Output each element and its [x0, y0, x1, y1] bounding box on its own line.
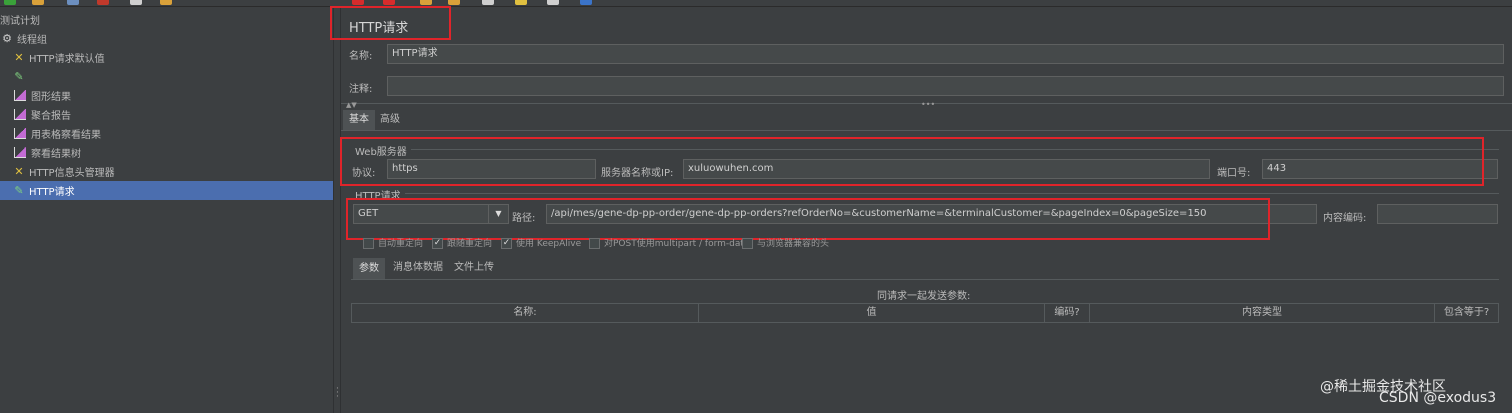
option-multipart[interactable]: 对POST使用multipart / form-data: [589, 236, 749, 249]
tab-advanced[interactable]: 高级: [380, 110, 400, 130]
name-field[interactable]: HTTP请求: [387, 44, 1504, 64]
checkbox[interactable]: [589, 238, 600, 249]
http-request-rule: [405, 193, 1499, 194]
splitter-grip: · · ·: [336, 384, 339, 402]
paste-icon[interactable]: [160, 0, 172, 5]
tree-item-label: HTTP信息头管理器: [29, 168, 115, 179]
clear-all-icon[interactable]: [448, 0, 460, 5]
params-caption: 同请求一起发送参数:: [877, 291, 971, 302]
option-follow-redirect[interactable]: ✓ 跟随重定向: [432, 236, 492, 249]
collapse-grip[interactable]: •••: [921, 100, 935, 109]
tree-item-label: 线程组: [17, 35, 47, 46]
tree-item-label: 察看结果树: [31, 149, 81, 160]
tree-item-thread-group[interactable]: ⚙ 线程组: [0, 29, 333, 48]
tree-item-http-request[interactable]: ✎ HTTP请求: [0, 181, 333, 200]
option-label: 跟随重定向: [447, 239, 493, 249]
encoding-field[interactable]: [1377, 204, 1498, 224]
tree-item-label: 测试计划: [0, 16, 40, 27]
list-icon[interactable]: [547, 0, 559, 5]
stop-icon[interactable]: [352, 0, 364, 5]
column-include-equals[interactable]: 包含等于?: [1434, 303, 1499, 323]
dropper-icon: ✎: [14, 183, 24, 197]
watermark-csdn: CSDN @exodus3: [1379, 390, 1497, 406]
tree-item-unnamed[interactable]: ✎: [0, 67, 333, 86]
test-plan-tree: 测试计划 ⚙ 线程组 ✕ HTTP请求默认值 ✎ 图形结果 聚合报告 用表格察看…: [0, 7, 333, 413]
column-name[interactable]: 名称:: [351, 303, 699, 323]
function-icon[interactable]: [515, 0, 527, 5]
copy-icon[interactable]: [130, 0, 142, 5]
tree-item-graph-results[interactable]: 图形结果: [0, 86, 333, 105]
wrench-icon: ✕: [14, 50, 24, 64]
tab-params[interactable]: 参数: [353, 258, 385, 279]
shutdown-icon[interactable]: [383, 0, 395, 5]
column-value[interactable]: 值: [698, 303, 1045, 323]
toolbar: [0, 0, 1512, 7]
title-highlight: [330, 6, 451, 40]
tree-item-label: 图形结果: [31, 92, 71, 103]
run-icon[interactable]: [4, 0, 16, 5]
checkbox[interactable]: [363, 238, 374, 249]
cut-icon[interactable]: [97, 0, 109, 5]
tree-item-results-tree[interactable]: 察看结果树: [0, 143, 333, 162]
collapse-arrows-icon[interactable]: ▲▼: [346, 101, 357, 109]
graph-icon: [14, 147, 26, 158]
tree-item-aggregate-report[interactable]: 聚合报告: [0, 105, 333, 124]
folder-icon[interactable]: [32, 0, 44, 5]
dropper-icon: ✎: [14, 69, 24, 83]
tab-basic[interactable]: 基本: [343, 110, 375, 130]
graph-icon: [14, 128, 26, 139]
tab-divider: [341, 130, 1512, 131]
clear-icon[interactable]: [420, 0, 432, 5]
option-auto-redirect[interactable]: 自动重定向: [363, 236, 423, 249]
tree-item-label: 聚合报告: [31, 111, 71, 122]
save-icon[interactable]: [67, 0, 79, 5]
tree-item-table-results[interactable]: 用表格察看结果: [0, 124, 333, 143]
search-icon[interactable]: [482, 0, 494, 5]
tree-item-label: HTTP请求: [29, 187, 75, 198]
name-label: 名称:: [349, 51, 373, 62]
tab-body-data[interactable]: 消息体数据: [393, 258, 443, 278]
tree-item-http-defaults[interactable]: ✕ HTTP请求默认值: [0, 48, 333, 67]
option-label: 与浏览器兼容的头: [757, 239, 830, 249]
tree-item-label: 用表格察看结果: [31, 130, 101, 141]
checkbox-checked[interactable]: ✓: [432, 238, 443, 249]
encoding-label: 内容编码:: [1323, 213, 1367, 224]
checkbox[interactable]: [742, 238, 753, 249]
tab-file-upload[interactable]: 文件上传: [454, 258, 494, 278]
sub-tab-divider: [351, 279, 1499, 280]
option-label: 使用 KeepAlive: [516, 239, 582, 249]
web-server-highlight: [340, 137, 1484, 186]
tree-item-label: HTTP请求默认值: [29, 54, 105, 65]
tree-item-header-manager[interactable]: ✕ HTTP信息头管理器: [0, 162, 333, 181]
option-keepalive[interactable]: ✓ 使用 KeepAlive: [501, 236, 581, 249]
option-browser-headers[interactable]: 与浏览器兼容的头: [742, 236, 829, 249]
option-label: 自动重定向: [378, 239, 424, 249]
checkbox-checked[interactable]: ✓: [501, 238, 512, 249]
comment-label: 注释:: [349, 84, 373, 95]
help-icon[interactable]: [580, 0, 592, 5]
gear-icon: ⚙: [2, 31, 12, 45]
http-request-highlight: [346, 198, 1270, 240]
comment-field[interactable]: [387, 76, 1504, 96]
panel-splitter[interactable]: · · ·: [333, 7, 341, 413]
wrench-icon: ✕: [14, 164, 24, 178]
tree-item-test-plan[interactable]: 测试计划: [0, 10, 333, 29]
column-encode[interactable]: 编码?: [1044, 303, 1090, 323]
graph-icon: [14, 90, 26, 101]
graph-icon: [14, 109, 26, 120]
option-label: 对POST使用multipart / form-data: [604, 239, 750, 249]
main-panel: HTTP请求 名称: HTTP请求 注释: ••• ▲▼ 基本 高级 Web服务…: [330, 6, 1512, 413]
column-content-type[interactable]: 内容类型: [1089, 303, 1435, 323]
